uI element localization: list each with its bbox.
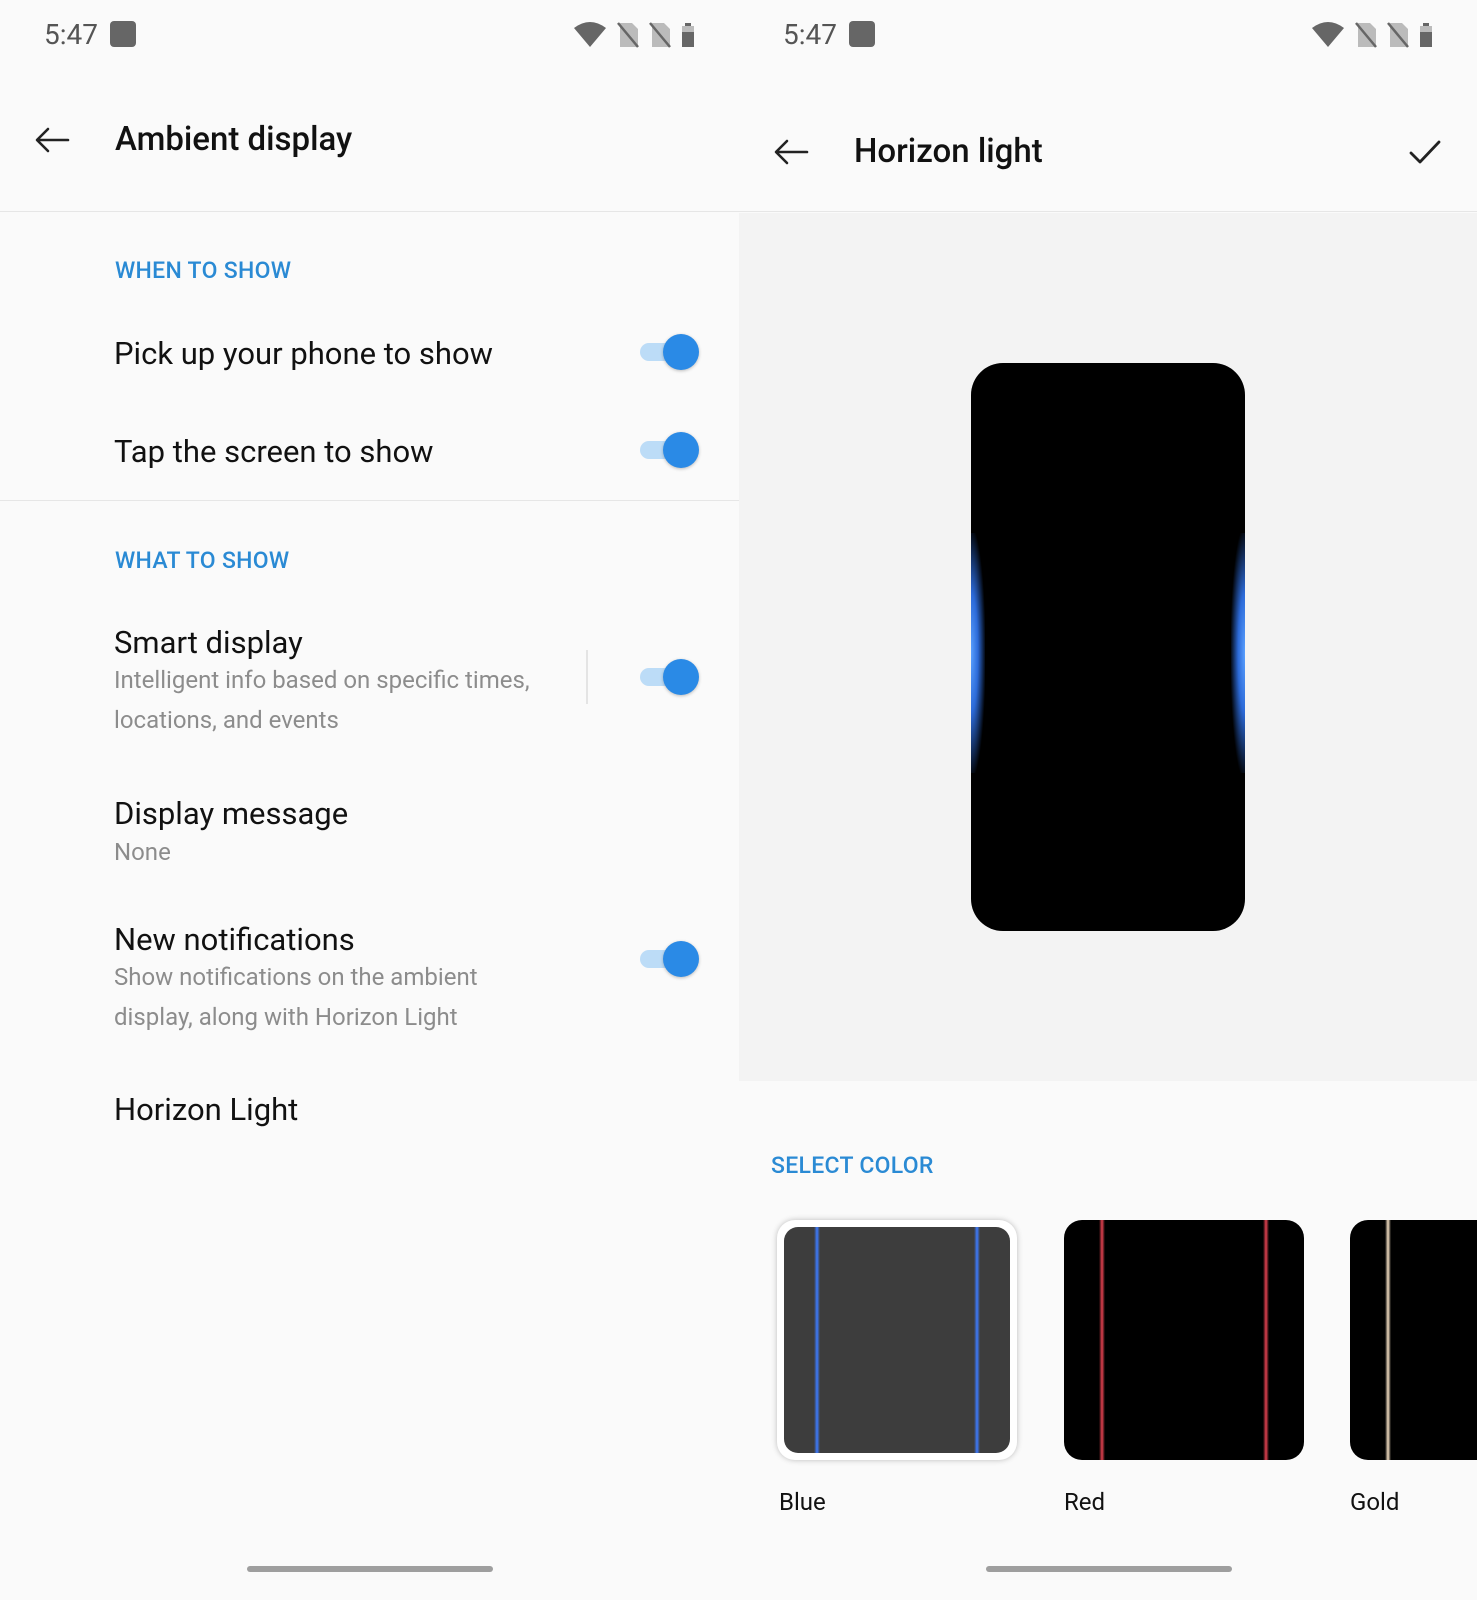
smart-display-label: Smart display [114,624,303,661]
display-message-label: Display message [114,795,349,832]
vertical-separator [586,650,588,704]
notification-icon [110,21,136,47]
battery-icon [1420,23,1432,47]
no-sim-icon-2 [649,22,671,48]
smart-display-desc-2: locations, and events [114,706,339,734]
home-indicator[interactable] [986,1566,1232,1572]
pickup-to-show-toggle[interactable] [638,332,702,372]
what-to-show-header: WHAT TO SHOW [115,547,290,574]
color-label-gold: Gold [1350,1488,1400,1516]
color-swatch-red[interactable] [1064,1220,1304,1460]
wifi-icon [574,22,606,47]
color-swatch-blue[interactable] [777,1220,1017,1460]
back-arrow-icon[interactable] [32,120,72,160]
new-notifications-desc-2: display, along with Horizon Light [114,1003,458,1031]
status-bar: 5:47 [739,0,1477,70]
page-title: Horizon light [854,132,1043,171]
checkmark-icon[interactable] [1405,132,1445,172]
ambient-display-screen: 5:47 Ambient display WHEN TO SHOW Pick u… [0,0,739,1600]
new-notifications-desc-1: Show notifications on the ambient [114,963,478,991]
tap-to-show-toggle[interactable] [638,430,702,470]
pickup-to-show-label: Pick up your phone to show [114,335,493,372]
wifi-icon [1312,22,1344,47]
status-time: 5:47 [783,18,837,51]
smart-display-desc-1: Intelligent info based on specific times… [114,666,530,694]
home-indicator[interactable] [247,1566,493,1572]
status-icons [573,22,695,48]
edge-glow-right [1231,533,1245,773]
app-bar: Horizon light [739,90,1477,212]
when-to-show-header: WHEN TO SHOW [115,257,292,284]
new-notifications-label: New notifications [114,921,355,958]
status-bar: 5:47 [0,0,739,70]
tap-to-show-label: Tap the screen to show [114,433,434,470]
horizon-light-screen: 5:47 Horizon light SELECT COLOR Blue Red [739,0,1477,1600]
notification-icon [849,21,875,47]
page-title: Ambient display [115,120,353,159]
display-message-value: None [114,838,171,866]
phone-preview [971,363,1245,931]
no-sim-icon-2 [1387,22,1409,48]
status-time: 5:47 [44,18,98,51]
color-label-blue: Blue [779,1488,826,1516]
edge-glow-left [971,533,985,773]
horizon-light-label: Horizon Light [114,1091,299,1128]
section-divider [0,500,739,501]
horizon-light-preview [739,213,1477,1081]
back-arrow-icon[interactable] [771,132,811,172]
smart-display-toggle[interactable] [638,657,702,697]
no-sim-icon [1355,22,1377,48]
select-color-header: SELECT COLOR [771,1152,934,1179]
status-icons [1311,22,1433,48]
battery-icon [682,23,694,47]
no-sim-icon [617,22,639,48]
app-bar: Ambient display [0,90,739,212]
new-notifications-toggle[interactable] [638,939,702,979]
color-swatch-gold[interactable] [1350,1220,1477,1460]
color-label-red: Red [1064,1488,1106,1516]
